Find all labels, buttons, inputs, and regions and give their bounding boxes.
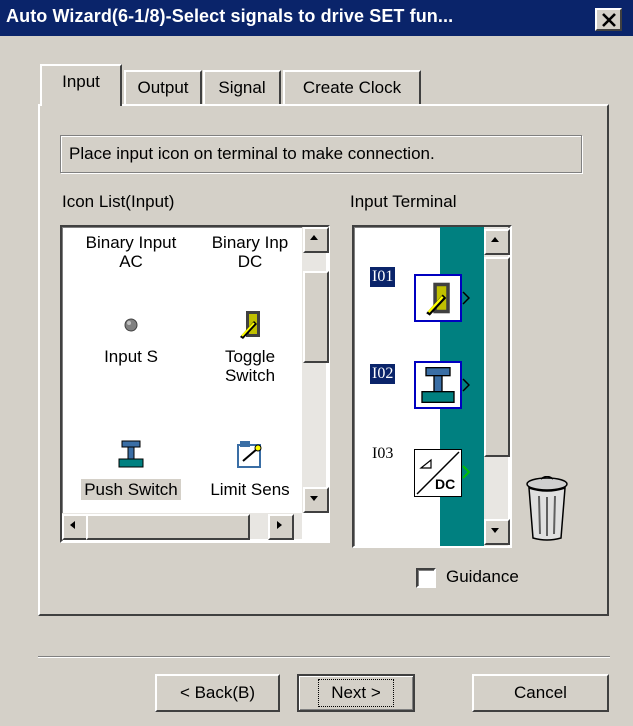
tab-create-clock[interactable]: Create Clock xyxy=(283,70,421,104)
scroll-up-button[interactable] xyxy=(303,227,329,253)
back-button[interactable]: < Back(B) xyxy=(155,674,280,712)
title-bar: Auto Wizard(6-1/8)-Select signals to dri… xyxy=(0,0,633,36)
connector-arrow-icon xyxy=(462,291,470,305)
list-item-label: Toggle xyxy=(224,347,276,366)
tab-create-clock-label: Create Clock xyxy=(302,78,402,97)
list-item-label-2: AC xyxy=(119,252,143,271)
arrow-up-icon xyxy=(491,237,499,242)
trash-can[interactable] xyxy=(523,475,571,547)
connector-arrow-icon xyxy=(462,465,470,479)
trash-icon xyxy=(526,475,568,541)
scroll-down-button[interactable] xyxy=(303,487,329,513)
terminal-slot-i03[interactable]: DC xyxy=(414,449,462,497)
limit-sensor-icon xyxy=(237,441,262,468)
scroll-left-button[interactable] xyxy=(62,514,88,540)
arrow-up-icon xyxy=(310,235,318,240)
tab-input[interactable]: Input xyxy=(40,64,122,106)
guidance-checkbox[interactable] xyxy=(416,568,436,588)
terminal-label-i02: I02 xyxy=(370,364,396,384)
list-item-label: Limit Sens xyxy=(210,480,290,499)
cancel-button-label: Cancel xyxy=(514,683,567,702)
list-item-label: Input S xyxy=(104,347,158,366)
cancel-button[interactable]: Cancel xyxy=(472,674,609,712)
tab-output[interactable]: Output xyxy=(124,70,202,104)
close-button[interactable] xyxy=(595,8,622,31)
push-switch-icon xyxy=(118,440,144,468)
input-terminal[interactable]: I01 I02 I03 DC xyxy=(352,225,512,548)
dot-icon xyxy=(124,318,138,332)
instruction-label: Place input icon on terminal to make con… xyxy=(69,144,435,163)
scroll-right-button[interactable] xyxy=(268,514,294,540)
scroll-up-button[interactable] xyxy=(484,229,510,255)
icon-list[interactable]: Binary Input AC Binary Inp DC Input S To… xyxy=(60,225,330,543)
terminal-vscrollbar[interactable] xyxy=(484,227,510,546)
toggle-switch-icon xyxy=(426,282,450,316)
tab-signal[interactable]: Signal xyxy=(203,70,281,104)
list-item-input-s[interactable]: Input S xyxy=(68,315,194,366)
list-item-label-2: DC xyxy=(237,252,263,271)
next-button[interactable]: Next > xyxy=(297,674,415,712)
terminal-slot-i02[interactable] xyxy=(414,361,462,409)
icon-list-hscrollbar[interactable] xyxy=(62,513,302,540)
scroll-thumb[interactable] xyxy=(303,271,329,363)
scroll-thumb[interactable] xyxy=(484,257,510,457)
instruction-text: Place input icon on terminal to make con… xyxy=(60,135,582,173)
arrow-left-icon xyxy=(70,521,75,529)
list-item-label-2: Switch xyxy=(224,366,276,385)
tab-input-label: Input xyxy=(62,72,100,91)
hscroll-thumb[interactable] xyxy=(86,514,250,540)
separator xyxy=(38,656,610,658)
list-item-limit-sensor[interactable]: Limit Sens xyxy=(202,439,298,500)
list-item-push-switch[interactable]: Push Switch xyxy=(68,439,194,500)
list-item-label: Push Switch xyxy=(81,479,181,500)
terminal-label-i03: I03 xyxy=(372,445,394,462)
connector-arrow-icon xyxy=(462,378,470,392)
list-item-label: Binary Input xyxy=(85,233,177,252)
list-item-binary-input-dc[interactable]: Binary Inp DC xyxy=(202,233,298,271)
terminal-slot-i01[interactable] xyxy=(414,274,462,322)
icon-list-label: Icon List(Input) xyxy=(62,192,175,211)
tab-output-label: Output xyxy=(137,78,189,97)
arrow-right-icon xyxy=(277,521,282,529)
terminal-label-i01: I01 xyxy=(370,267,396,287)
close-icon xyxy=(602,13,616,27)
arrow-down-icon xyxy=(310,496,318,501)
scroll-down-button[interactable] xyxy=(484,519,510,545)
arrow-down-icon xyxy=(491,528,499,533)
list-item-toggle-switch[interactable]: Toggle Switch xyxy=(202,307,298,385)
list-item-binary-input-ac[interactable]: Binary Input AC xyxy=(68,233,194,271)
list-item-label: Binary Inp xyxy=(211,233,289,252)
push-switch-icon xyxy=(421,367,455,403)
dc-label: DC xyxy=(435,476,456,492)
tab-signal-label: Signal xyxy=(218,78,266,97)
guidance-label[interactable]: Guidance xyxy=(446,567,519,587)
window-title: Auto Wizard(6-1/8)-Select signals to dri… xyxy=(6,6,454,26)
toggle-switch-icon xyxy=(240,311,260,339)
icon-list-vscrollbar[interactable] xyxy=(302,227,329,513)
back-button-label: < Back(B) xyxy=(179,683,256,702)
input-terminal-label: Input Terminal xyxy=(350,192,457,211)
next-button-label: Next > xyxy=(318,679,394,707)
